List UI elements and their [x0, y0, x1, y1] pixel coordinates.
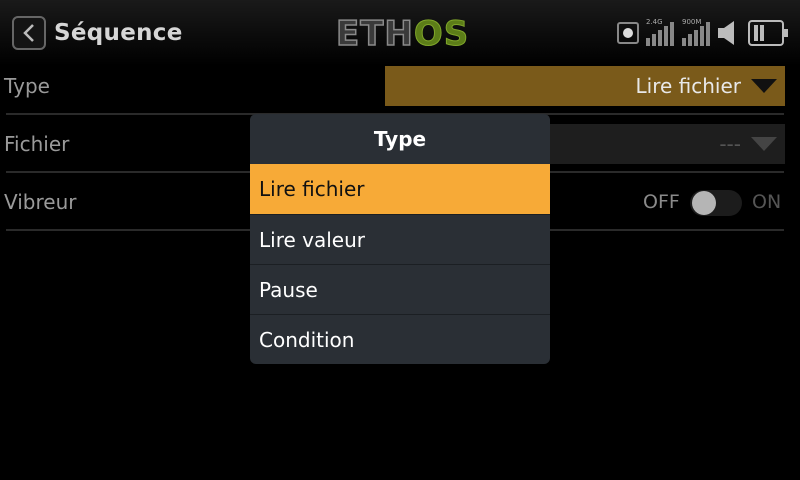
vibrator-toggle[interactable] — [690, 190, 742, 216]
speaker-icon — [716, 18, 744, 48]
page-title: Séquence — [54, 20, 183, 46]
signal-900m-icon: 900M — [682, 18, 714, 46]
chevron-left-icon — [23, 24, 34, 42]
back-button[interactable] — [12, 16, 46, 50]
option-label: Pause — [259, 278, 318, 302]
option-label: Condition — [259, 328, 355, 352]
toggle-knob — [692, 191, 716, 215]
type-row: Type Lire fichier — [0, 57, 800, 115]
type-popup: Type Lire fichier Lire valeur Pause Cond… — [250, 114, 550, 364]
toggle-off-label: OFF — [643, 191, 680, 213]
logo-text-eth: ETH — [335, 13, 414, 55]
option-lire-fichier[interactable]: Lire fichier — [250, 164, 550, 214]
option-lire-valeur[interactable]: Lire valeur — [250, 214, 550, 264]
record-icon — [617, 22, 639, 44]
ethos-logo: ETHOS — [335, 13, 470, 55]
option-label: Lire valeur — [259, 228, 365, 252]
option-label: Lire fichier — [259, 177, 365, 201]
dropdown-caret-icon — [751, 137, 777, 151]
type-label: Type — [4, 74, 50, 98]
file-select-value: --- — [719, 132, 741, 156]
vibrator-label: Vibreur — [4, 190, 77, 214]
battery-icon — [748, 20, 788, 46]
option-condition[interactable]: Condition — [250, 314, 550, 364]
option-pause[interactable]: Pause — [250, 264, 550, 314]
band2-label: 900M — [682, 18, 702, 26]
type-select[interactable]: Lire fichier — [385, 66, 785, 106]
signal-2-4g-icon: 2.4G — [646, 18, 678, 46]
band1-label: 2.4G — [646, 18, 663, 26]
logo-text-os: OS — [413, 14, 470, 55]
toggle-on-label: ON — [752, 191, 782, 213]
file-label: Fichier — [4, 132, 70, 156]
type-select-value: Lire fichier — [635, 74, 742, 98]
dropdown-caret-icon — [751, 79, 777, 93]
popup-title: Type — [373, 127, 427, 151]
